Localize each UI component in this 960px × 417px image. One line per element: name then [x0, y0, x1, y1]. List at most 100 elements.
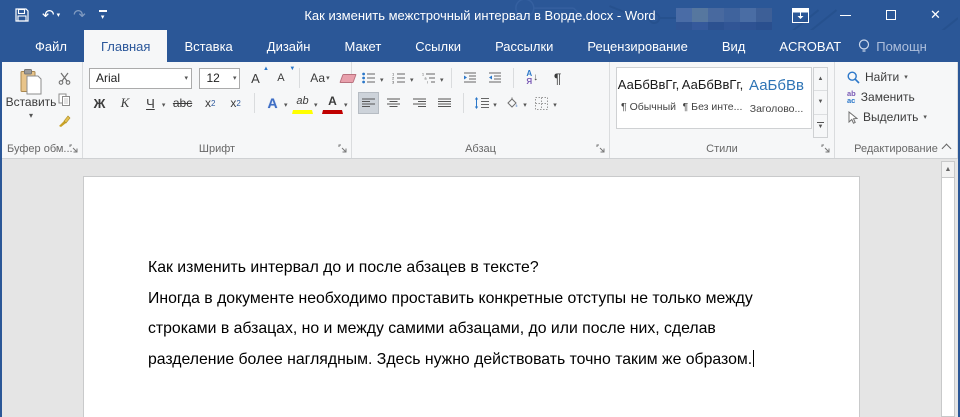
- borders-dropdown-icon[interactable]: ▾: [553, 102, 557, 109]
- align-right-button[interactable]: [409, 92, 430, 114]
- clipboard-group: Вставить ▾ Буфер обм...: [2, 62, 83, 158]
- ribbon-display-options-icon[interactable]: [778, 0, 823, 30]
- tell-me-box[interactable]: Помощн: [858, 39, 927, 54]
- paste-label: Вставить: [6, 95, 57, 109]
- styles-scroll-down-icon[interactable]: ▼: [814, 91, 827, 114]
- justify-button[interactable]: [434, 92, 455, 114]
- paste-dropdown-icon[interactable]: ▾: [29, 111, 33, 120]
- tab-references[interactable]: Ссылки: [398, 30, 478, 62]
- shading-button[interactable]: [501, 92, 522, 114]
- change-case-button[interactable]: Аа▾: [307, 67, 332, 89]
- tab-layout[interactable]: Макет: [327, 30, 398, 62]
- collapse-ribbon-icon[interactable]: [942, 144, 952, 154]
- paste-button[interactable]: Вставить ▾: [8, 67, 54, 138]
- shading-dropdown-icon[interactable]: ▾: [523, 102, 527, 109]
- undo-button[interactable]: ↶▾: [42, 8, 60, 23]
- undo-dropdown-icon[interactable]: ▾: [57, 12, 61, 19]
- font-size-dropdown-icon: ▾: [225, 74, 237, 82]
- line-spacing-dropdown-icon[interactable]: ▾: [493, 102, 497, 109]
- document-text[interactable]: Как изменить интервал до и после абзацев…: [84, 177, 859, 375]
- sort-button[interactable]: АЯ ↓: [522, 67, 543, 89]
- tell-me-label: Помощн: [876, 39, 927, 54]
- numbering-button[interactable]: 123: [388, 67, 409, 89]
- align-left-icon: [362, 98, 375, 109]
- paragraph-dialog-launcher-icon[interactable]: [596, 144, 606, 154]
- document-line: Иногда в документе необходимо проставить…: [148, 284, 799, 315]
- find-button[interactable]: Найти ▾: [841, 67, 953, 87]
- find-dropdown-icon[interactable]: ▾: [904, 73, 908, 81]
- multilevel-list-button[interactable]: 1ai: [418, 67, 439, 89]
- tab-acrobat[interactable]: ACROBAT: [762, 30, 858, 62]
- bullets-dropdown-icon[interactable]: ▾: [380, 77, 384, 84]
- maximize-button[interactable]: [868, 0, 913, 30]
- clipboard-dialog-launcher-icon[interactable]: [69, 144, 79, 154]
- paragraph-group-label: Абзац: [465, 143, 496, 155]
- shrink-font-button[interactable]: A▼: [270, 67, 291, 89]
- font-color-dropdown-icon[interactable]: ▾: [344, 102, 348, 109]
- save-icon[interactable]: [15, 8, 29, 22]
- styles-scroll-up-icon[interactable]: ▲: [814, 68, 827, 91]
- clipboard-group-label: Буфер обм...: [7, 143, 73, 155]
- text-cursor: [753, 350, 754, 367]
- highlight-dropdown-icon[interactable]: ▾: [314, 102, 318, 109]
- show-hide-marks-button[interactable]: ¶: [547, 67, 568, 89]
- tab-review[interactable]: Рецензирование: [570, 30, 704, 62]
- tab-file[interactable]: Файл: [18, 30, 84, 62]
- font-size-combobox[interactable]: 12▾: [199, 68, 240, 89]
- find-label: Найти: [865, 70, 899, 84]
- close-button[interactable]: ✕: [913, 0, 958, 30]
- scroll-up-icon[interactable]: ▲: [942, 162, 954, 178]
- subscript-button[interactable]: x2: [200, 92, 221, 114]
- bullets-button[interactable]: [358, 67, 379, 89]
- font-dialog-launcher-icon[interactable]: [338, 144, 348, 154]
- cut-icon[interactable]: [54, 69, 75, 87]
- line-spacing-button[interactable]: [471, 92, 492, 114]
- multilevel-dropdown-icon[interactable]: ▾: [440, 77, 444, 84]
- text-effects-button[interactable]: А: [262, 92, 283, 114]
- styles-group-label: Стили: [706, 143, 738, 155]
- select-button[interactable]: Выделить ▾: [841, 107, 953, 127]
- font-color-button[interactable]: А: [322, 92, 343, 114]
- format-painter-icon[interactable]: [54, 111, 75, 129]
- align-center-button[interactable]: [383, 92, 404, 114]
- style-heading1[interactable]: АаБбВв Заголово...: [745, 68, 809, 128]
- text-highlight-button[interactable]: ab: [292, 92, 313, 114]
- document-page[interactable]: Как изменить интервал до и после абзацев…: [83, 176, 860, 417]
- tab-mailings[interactable]: Рассылки: [478, 30, 570, 62]
- tab-insert[interactable]: Вставка: [167, 30, 249, 62]
- bold-button[interactable]: Ж: [89, 92, 110, 114]
- text-effects-dropdown-icon[interactable]: ▾: [284, 102, 288, 109]
- copy-icon[interactable]: [54, 90, 75, 108]
- underline-dropdown-icon[interactable]: ▾: [162, 102, 166, 109]
- grow-font-button[interactable]: A▲: [245, 67, 266, 89]
- minimize-button[interactable]: [823, 0, 868, 30]
- tab-design[interactable]: Дизайн: [250, 30, 328, 62]
- strikethrough-button[interactable]: abc: [170, 92, 195, 114]
- font-name-combobox[interactable]: Arial▾: [89, 68, 192, 89]
- align-left-button[interactable]: [358, 92, 379, 114]
- style-normal[interactable]: АаБбВвГг, ¶ Обычный: [617, 68, 681, 128]
- tab-view[interactable]: Вид: [705, 30, 763, 62]
- borders-button[interactable]: [531, 92, 552, 114]
- select-dropdown-icon[interactable]: ▾: [923, 113, 927, 121]
- styles-gallery: АаБбВвГг, ¶ Обычный АаБбВвГг, ¶ Без инте…: [616, 67, 812, 129]
- styles-gallery-more-icon[interactable]: ▼: [814, 115, 827, 137]
- underline-button[interactable]: Ч: [140, 92, 161, 114]
- numbering-dropdown-icon[interactable]: ▾: [410, 77, 414, 84]
- svg-text:3: 3: [392, 80, 395, 85]
- ribbon: Вставить ▾ Буфер обм...: [2, 62, 958, 159]
- decrease-indent-button[interactable]: [459, 67, 480, 89]
- customize-qat-icon[interactable]: ▾: [99, 10, 107, 21]
- tab-home[interactable]: Главная: [84, 30, 167, 62]
- paste-clipboard-icon: [20, 69, 42, 95]
- justify-icon: [438, 98, 451, 109]
- style-no-spacing[interactable]: АаБбВвГг, ¶ Без инте...: [681, 68, 745, 128]
- lightbulb-icon: [858, 39, 870, 54]
- superscript-button[interactable]: x2: [225, 92, 246, 114]
- replace-button[interactable]: ab ac Заменить: [841, 87, 953, 107]
- styles-dialog-launcher-icon[interactable]: [821, 144, 831, 154]
- vertical-scrollbar[interactable]: ▲: [941, 161, 955, 417]
- title-bar: ↶▾ ↷ ▾ Как изменить межстрочный интервал…: [2, 0, 958, 30]
- increase-indent-button[interactable]: [485, 67, 506, 89]
- italic-button[interactable]: К: [114, 92, 135, 114]
